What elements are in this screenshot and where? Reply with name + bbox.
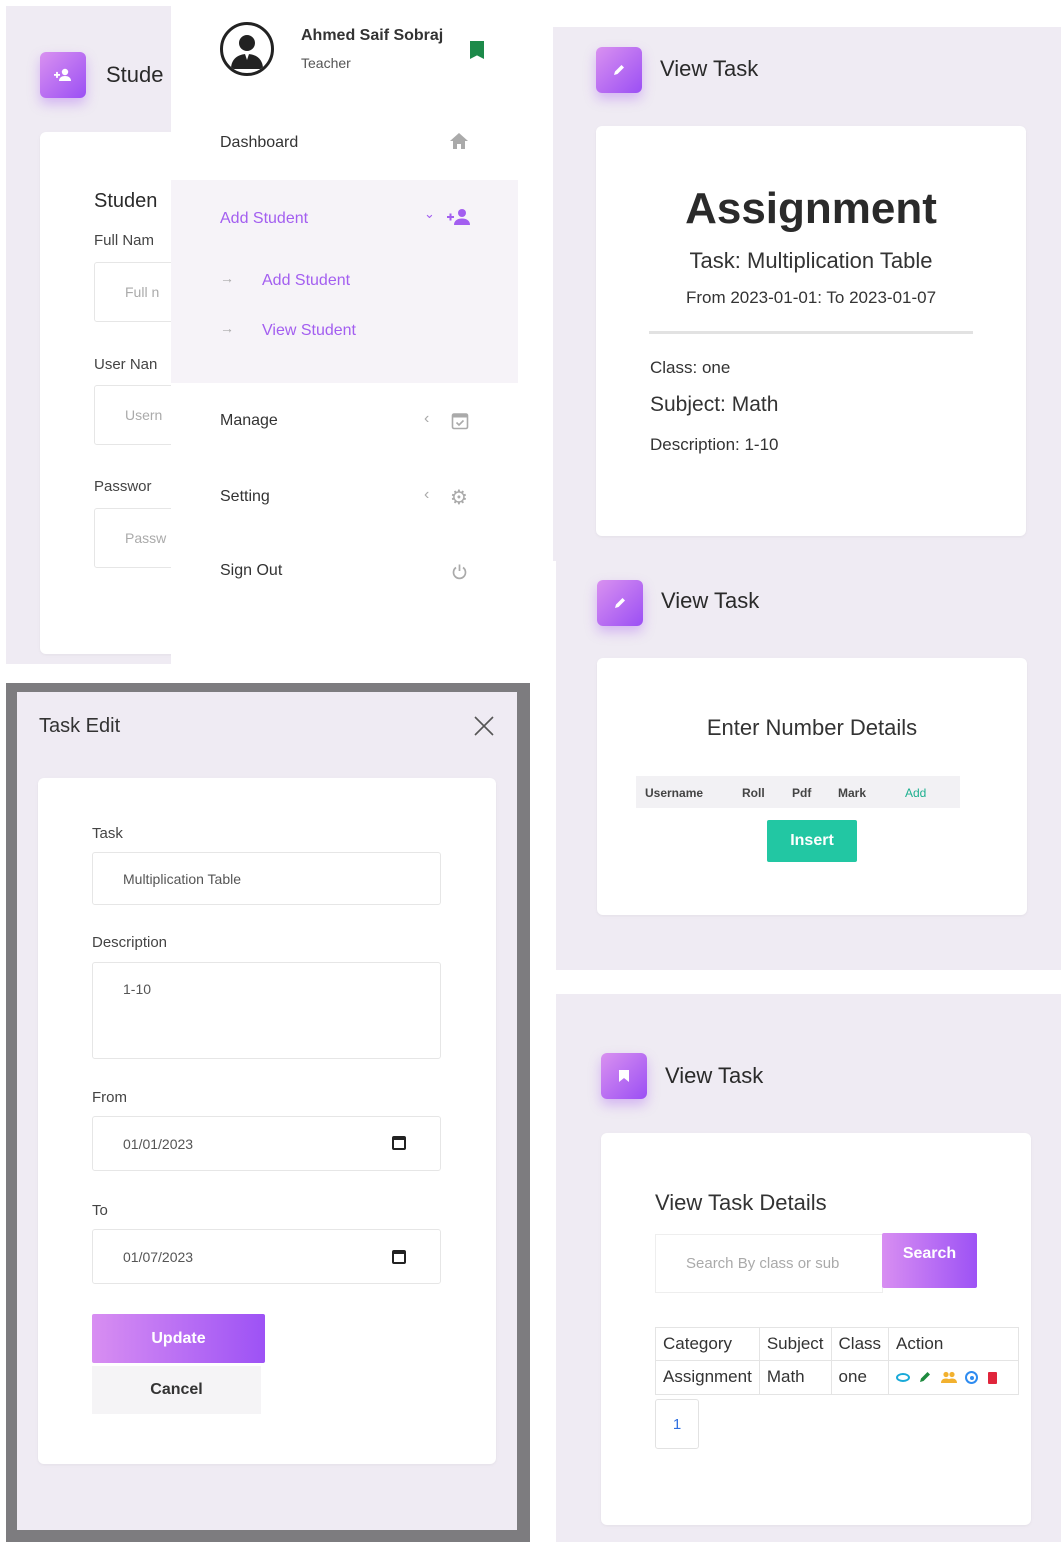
eye-icon[interactable] xyxy=(896,1373,911,1383)
task-input[interactable]: Multiplication Table xyxy=(92,852,441,905)
power-icon xyxy=(451,563,468,586)
assignment-heading: Assignment xyxy=(685,184,937,233)
calendar-check-icon xyxy=(451,411,469,435)
task-dates: From 2023-01-01: To 2023-01-07 xyxy=(685,288,937,307)
sidebar-item-dashboard[interactable]: Dashboard xyxy=(220,134,298,152)
add-link[interactable]: Add xyxy=(905,786,926,800)
from-label: From xyxy=(92,1089,127,1106)
view-task-title: View Task xyxy=(660,56,759,81)
task-details-heading: View Task Details xyxy=(655,1190,827,1215)
avatar[interactable] xyxy=(220,22,274,76)
trash-icon[interactable] xyxy=(987,1371,997,1384)
update-button[interactable]: Update xyxy=(92,1314,265,1363)
home-icon xyxy=(449,132,469,155)
users-icon[interactable] xyxy=(940,1368,957,1388)
close-icon[interactable] xyxy=(472,714,496,738)
task-label: Task xyxy=(92,825,123,842)
column-username: Username xyxy=(645,786,704,800)
page-title: Stude xyxy=(106,62,164,87)
user-plus-icon xyxy=(40,52,86,98)
table-header-row: Category Subject Class Action xyxy=(655,1327,1020,1361)
calendar-icon[interactable] xyxy=(392,1136,406,1150)
sidebar-item-add-student[interactable]: Add Student xyxy=(220,210,308,228)
column-pdf: Pdf xyxy=(792,786,812,800)
user-plus-icon xyxy=(446,208,472,231)
pagination-page-1[interactable]: 1 xyxy=(655,1399,699,1449)
cell-category: Assignment xyxy=(655,1360,760,1395)
header-subject: Subject xyxy=(758,1327,832,1361)
header-category: Category xyxy=(655,1327,760,1361)
cell-subject: Math xyxy=(758,1360,832,1395)
plus-circle-icon[interactable] xyxy=(965,1371,979,1385)
task-subject: Subject: Math xyxy=(650,393,779,416)
view-task-title: View Task xyxy=(661,588,760,613)
chevron-left-icon: ‹ xyxy=(424,486,430,503)
from-date-value: 01/01/2023 xyxy=(123,1135,194,1152)
task-table-wrap: Category Subject Class Action Assignment… xyxy=(655,1327,1031,1395)
pencil-icon xyxy=(597,580,643,626)
description-textarea[interactable]: 1-10 xyxy=(92,962,441,1059)
user-role: Teacher xyxy=(301,55,351,71)
task-name: Task: Multiplication Table xyxy=(689,248,933,273)
form-title: Studen xyxy=(94,190,158,212)
column-roll: Roll xyxy=(742,786,765,800)
sidebar-item-sign-out[interactable]: Sign Out xyxy=(220,562,282,580)
header-class: Class xyxy=(830,1327,890,1361)
sidebar-subitem-view-student[interactable]: View Student xyxy=(262,322,356,340)
gear-icon: ⚙ xyxy=(450,487,468,509)
task-description: Description: 1-10 xyxy=(650,435,779,454)
cell-class: one xyxy=(830,1360,890,1395)
sidebar-subitem-add-student[interactable]: Add Student xyxy=(262,272,350,290)
chevron-down-icon: ⌄ xyxy=(424,206,435,221)
from-date-input[interactable]: 01/01/2023 xyxy=(92,1116,441,1171)
cancel-button[interactable]: Cancel xyxy=(92,1366,261,1414)
sidebar-item-manage[interactable]: Manage xyxy=(220,412,278,430)
to-label: To xyxy=(92,1202,108,1219)
description-label: Description xyxy=(92,934,168,951)
bookmark-icon xyxy=(601,1053,647,1099)
cell-actions xyxy=(888,1360,1020,1395)
to-date-value: 01/07/2023 xyxy=(123,1248,194,1265)
pencil-icon[interactable] xyxy=(919,1368,932,1388)
password-label: Passwor xyxy=(94,478,152,495)
header-action: Action xyxy=(888,1327,1020,1361)
sidebar-item-setting[interactable]: Setting xyxy=(220,488,270,506)
full-name-label: Full Nam xyxy=(94,232,155,249)
task-table: Category Subject Class Action Assignment… xyxy=(655,1327,1020,1395)
pencil-icon xyxy=(596,47,642,93)
user-name-label: User Nan xyxy=(94,356,158,373)
view-task-title: View Task xyxy=(665,1063,764,1088)
search-input[interactable]: Search By class or sub xyxy=(655,1234,883,1293)
search-button[interactable]: Search xyxy=(882,1233,977,1288)
table-row: Assignment Math one xyxy=(655,1360,1020,1395)
number-details-heading: Enter Number Details xyxy=(706,715,918,740)
calendar-icon[interactable] xyxy=(392,1250,406,1264)
user-name: Ahmed Saif Sobraj xyxy=(301,27,444,44)
task-class: Class: one xyxy=(650,358,731,377)
modal-title: Task Edit xyxy=(39,715,121,737)
arrow-right-icon: → xyxy=(220,320,234,336)
chevron-left-icon: ‹ xyxy=(424,410,430,427)
arrow-right-icon: → xyxy=(220,270,234,286)
divider xyxy=(649,331,973,334)
insert-button[interactable]: Insert xyxy=(767,820,857,862)
column-mark: Mark xyxy=(838,786,867,800)
to-date-input[interactable]: 01/07/2023 xyxy=(92,1229,441,1284)
